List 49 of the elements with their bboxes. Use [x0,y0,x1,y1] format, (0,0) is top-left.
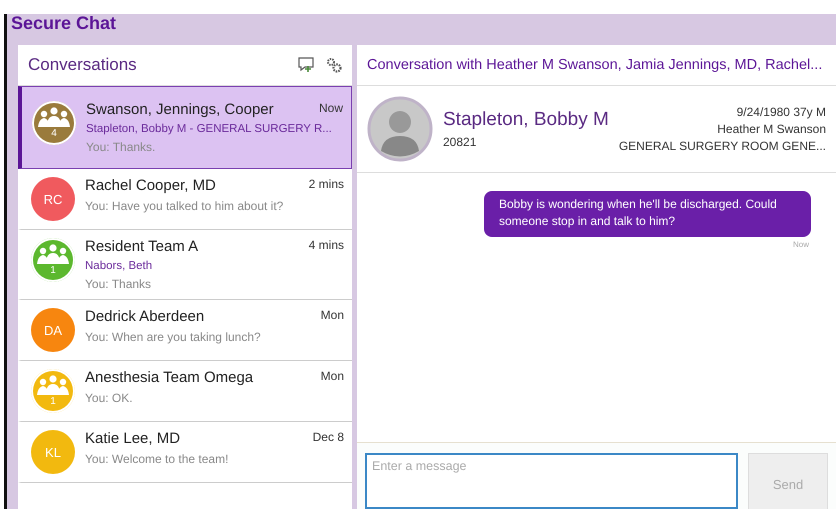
settings-icon[interactable] [326,57,342,73]
member-count: 1 [50,265,56,276]
avatar-initials: KL [45,444,61,460]
app-title: Secure Chat [10,14,118,35]
conversation-time: 2 mins [308,177,344,191]
patient-provider: Heather M Swanson [717,122,826,136]
message-preview: You: OK. [85,391,134,405]
conversation-time: Mon [320,369,344,383]
people-icon [37,375,69,395]
message-preview: You: When are you taking lunch? [85,330,262,344]
member-count: 4 [51,128,57,139]
conversation-time: Mon [320,308,344,322]
patient-label: Stapleton, Bobby M - GENERAL SURGERY R... [86,123,333,135]
conversation-item[interactable]: KL Katie Lee, MD Dec 8 You: Welcome to the team! [18,422,352,483]
conversation-name: Katie Lee, MD [85,430,180,447]
conversation-item[interactable]: DA Dedrick Aberdeen Mon You: When are you taking lunch? [18,300,352,361]
conversation-time: Dec 8 [312,430,344,444]
conversation-item[interactable]: 1 Resident Team A 4 mins Nabors, Beth You: Thanks [18,230,352,300]
member-count: 1 [50,396,56,407]
conversation-name: Dedrick Aberdeen [85,308,204,325]
conversation-name: Anesthesia Team Omega [85,369,254,386]
people-icon [37,244,69,264]
patient-name: Stapleton, Bobby M [443,109,609,131]
conversation-name: Resident Team A [85,238,198,255]
person-avatar-icon [367,96,433,162]
patient-location: GENERAL SURGERY ROOM GENE... [618,139,826,153]
message-preview: You: Thanks [85,277,152,291]
conversation-name: Swanson, Jennings, Cooper [86,101,274,118]
conversation-item[interactable]: RC Rachel Cooper, MD 2 mins You: Have you talked to him about it? [18,169,352,230]
avatar-initials: RC [44,192,62,206]
patient-id: 20821 [443,135,478,149]
message-bubble: Bobby is wondering when he'll be discharged. Could someone stop in and talk to him? [484,191,811,237]
conversation-name: Rachel Cooper, MD [85,177,216,194]
avatar-initials: DA [44,322,62,338]
conversation-item[interactable]: 1 Anesthesia Team Omega Mon You: OK. [18,361,352,422]
patient-dob: 9/24/1980 37y M [736,105,826,119]
new-chat-icon[interactable] [298,57,314,73]
message-time: Now [792,240,809,249]
conversation-title: Conversation with Heather M Swanson, Jamia Jennings, MD, Rachel... [357,45,836,86]
conversation-time: 4 mins [308,238,344,252]
message-preview: You: Welcome to the team! [85,452,230,466]
message-input[interactable]: Enter a message [365,453,738,509]
conversation-item[interactable]: 4 Swanson, Jennings, Cooper Now Stapleton, Bobby M - GENERAL SURGERY R... You: Thanks. [18,86,352,169]
conversation-time: Now [318,101,343,115]
people-icon [38,107,70,127]
panel-title: Conversations [28,55,138,75]
message-preview: You: Thanks. [86,140,156,154]
message-preview: You: Have you talked to him about it? [85,199,284,213]
patient-label: Nabors, Beth [85,260,154,272]
